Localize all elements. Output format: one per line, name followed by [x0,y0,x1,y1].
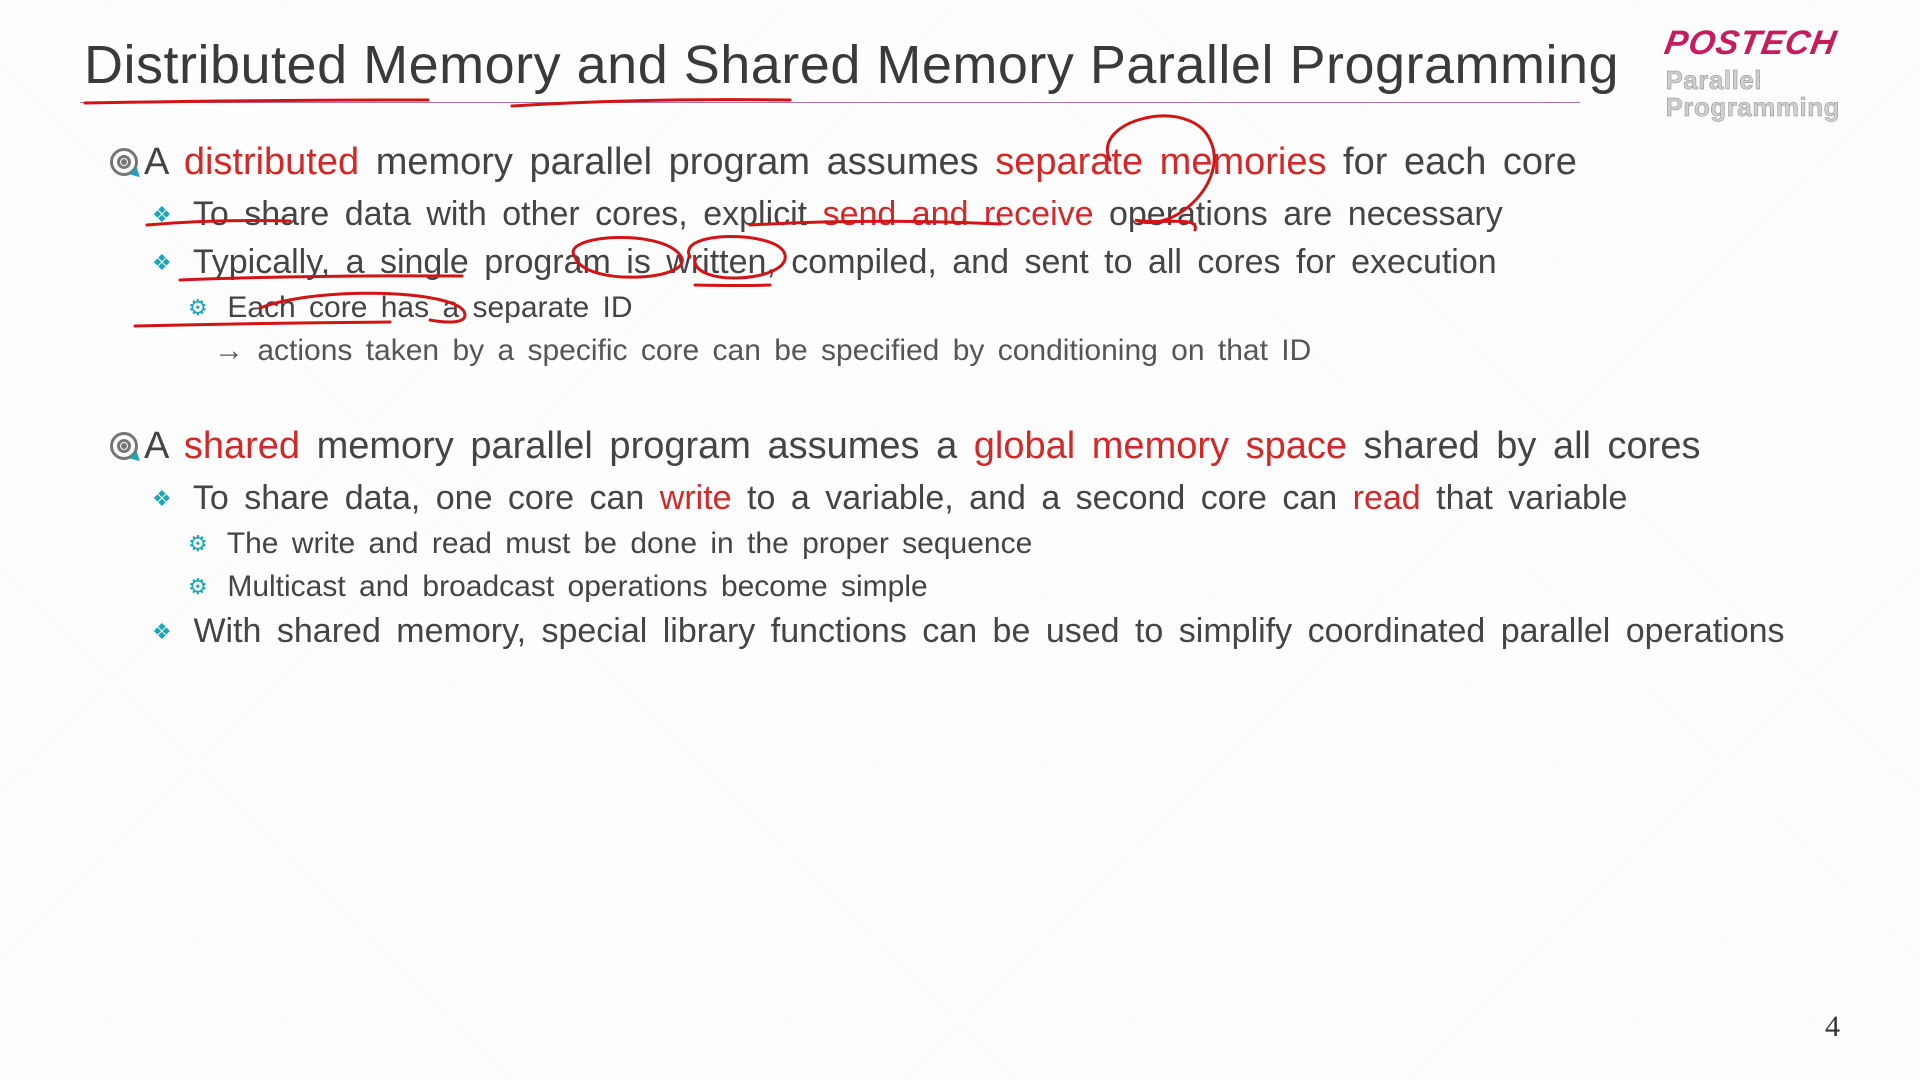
sub-library: With shared memory, special library func… [152,609,1840,655]
sub-send-receive: To share data with other cores, explicit… [152,192,1840,238]
title-underline [80,102,1580,103]
slide-title: Distributed Memory and Shared Memory Par… [84,34,1840,96]
sub-write-read: To share data, one core can write to a v… [152,476,1840,522]
sub-single-program: Typically, a single program is written, … [152,240,1840,286]
subsub-core-id: Each core has a separate ID [188,288,1840,329]
target-icon [110,148,138,176]
subsub-actions: → actions taken by a specific core can b… [214,331,1840,372]
subsub-multicast: Multicast and broadcast operations becom… [188,567,1840,608]
slide: POSTECH Parallel Programming Distributed… [0,0,1920,1080]
bullet-distributed: A distributed memory parallel program as… [110,137,1840,188]
content: A distributed memory parallel program as… [80,137,1840,655]
target-icon [110,432,138,460]
page-number: 4 [1825,1010,1840,1044]
subsub-sequence: The write and read must be done in the p… [188,524,1840,565]
bullet-shared: A shared memory parallel program assumes… [110,421,1840,472]
